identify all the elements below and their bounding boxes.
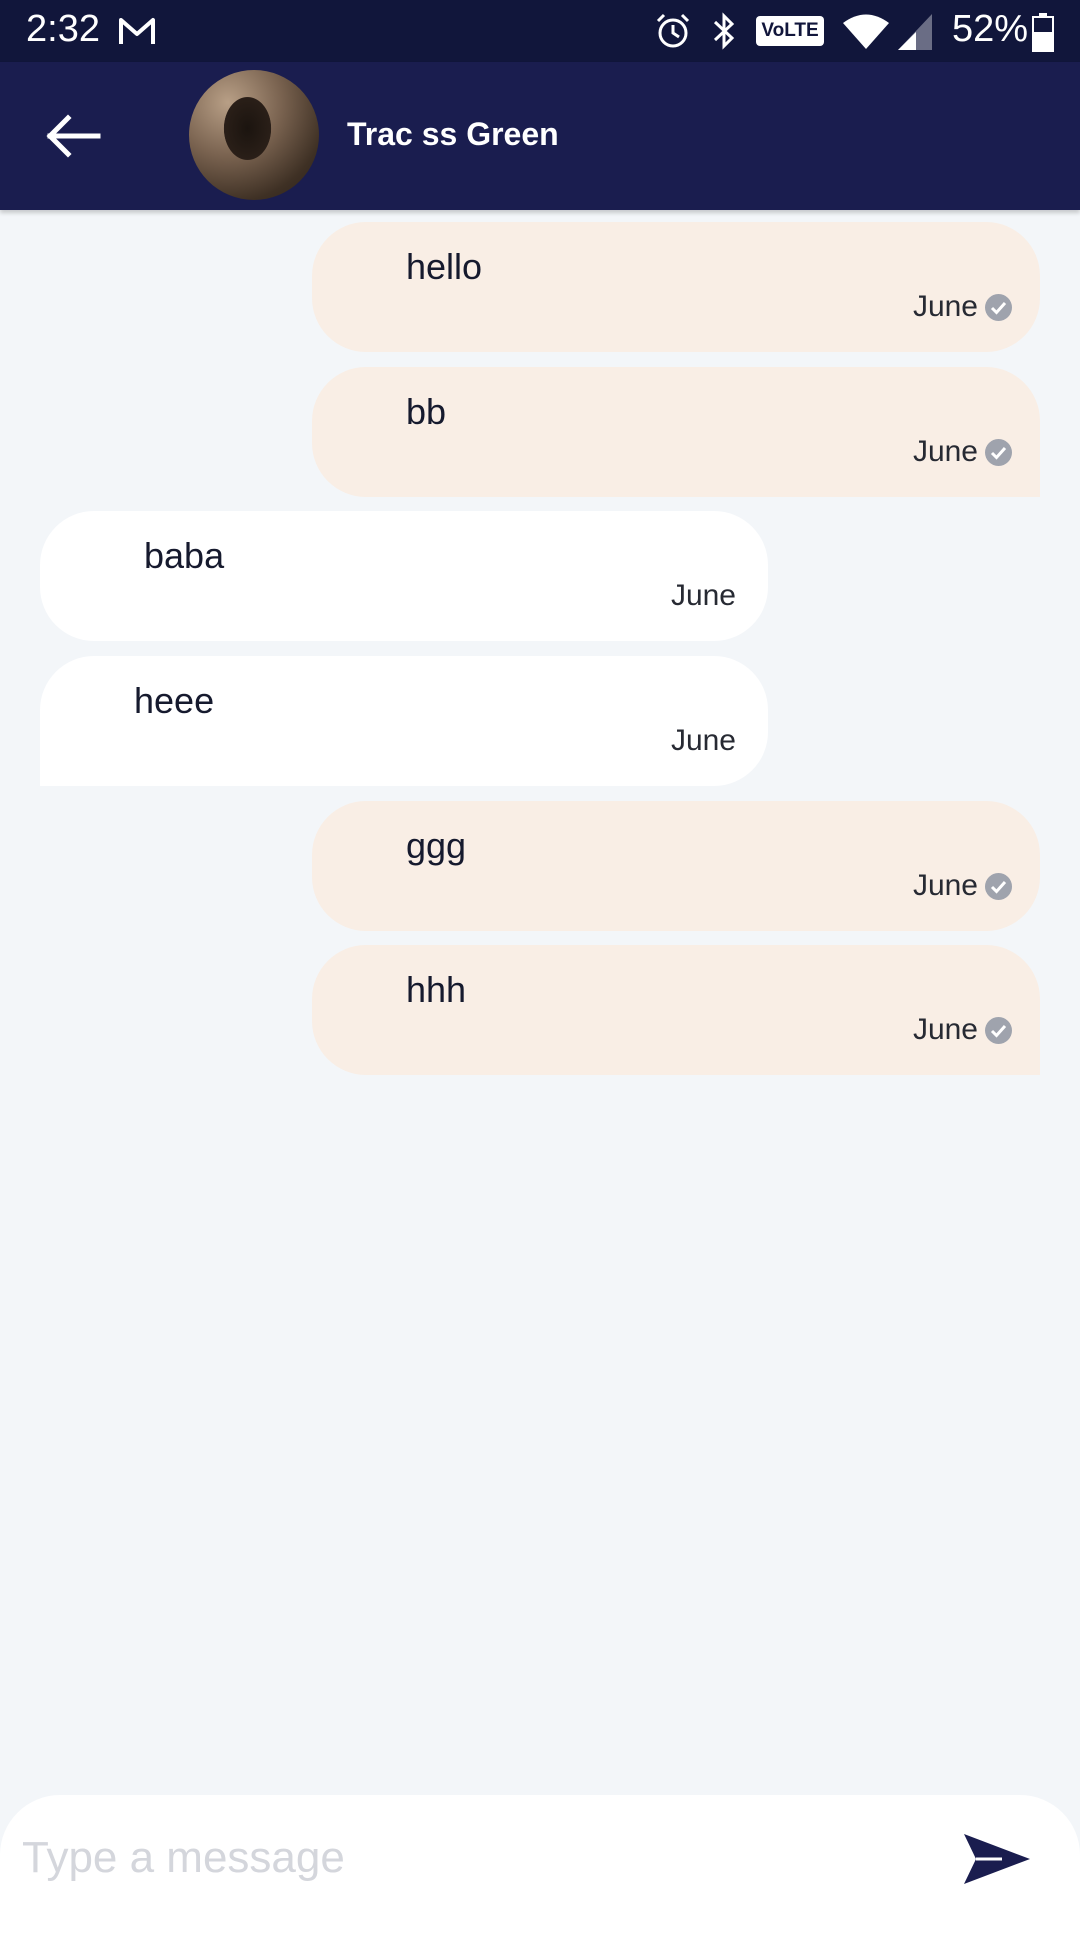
- message-bubble-outgoing[interactable]: hhh June: [312, 945, 1040, 1075]
- check-icon: [985, 873, 1012, 900]
- back-arrow-icon: [46, 114, 101, 158]
- check-icon: [985, 1017, 1012, 1044]
- message-bubble-incoming[interactable]: baba June: [40, 511, 768, 641]
- message-bubble-outgoing[interactable]: ggg June: [312, 801, 1040, 931]
- send-button[interactable]: [962, 1831, 1032, 1887]
- check-icon: [985, 294, 1012, 321]
- gmail-icon: [118, 14, 156, 51]
- message-text: baba: [144, 535, 225, 576]
- send-icon: [964, 1834, 1030, 1884]
- message-time: June: [912, 290, 978, 323]
- wifi-icon: [842, 14, 890, 55]
- bluetooth-icon: [710, 12, 738, 55]
- battery-icon: [1032, 12, 1054, 57]
- status-time: 2:32: [26, 8, 100, 50]
- back-button[interactable]: [42, 110, 102, 162]
- message-text: heee: [134, 680, 215, 721]
- volte-icon: VoLTE: [756, 16, 824, 46]
- contact-name[interactable]: Trac ss Green: [347, 116, 559, 153]
- message-composer: [0, 1795, 1080, 1935]
- message-text: hhh: [406, 969, 467, 1010]
- check-icon: [985, 439, 1012, 466]
- message-time: June: [912, 435, 978, 468]
- alarm-icon: [654, 12, 692, 55]
- app-bar: Trac ss Green: [0, 62, 1080, 210]
- message-time: June: [912, 869, 978, 902]
- signal-icon: [896, 12, 936, 57]
- message-bubble-incoming[interactable]: heee June: [40, 656, 768, 786]
- message-time: June: [670, 579, 736, 612]
- message-input[interactable]: [20, 1821, 904, 1895]
- message-time: June: [912, 1013, 978, 1046]
- status-bar: 2:32 VoLTE 52%: [0, 0, 1080, 62]
- message-bubble-outgoing[interactable]: bb June: [312, 367, 1040, 497]
- battery-percent: 52%: [952, 8, 1029, 50]
- message-bubble-outgoing[interactable]: hello June: [312, 222, 1040, 352]
- message-text: hello: [406, 246, 483, 287]
- message-text: bb: [406, 391, 447, 432]
- message-time: June: [670, 724, 736, 757]
- avatar[interactable]: [189, 70, 319, 200]
- message-text: ggg: [406, 825, 467, 866]
